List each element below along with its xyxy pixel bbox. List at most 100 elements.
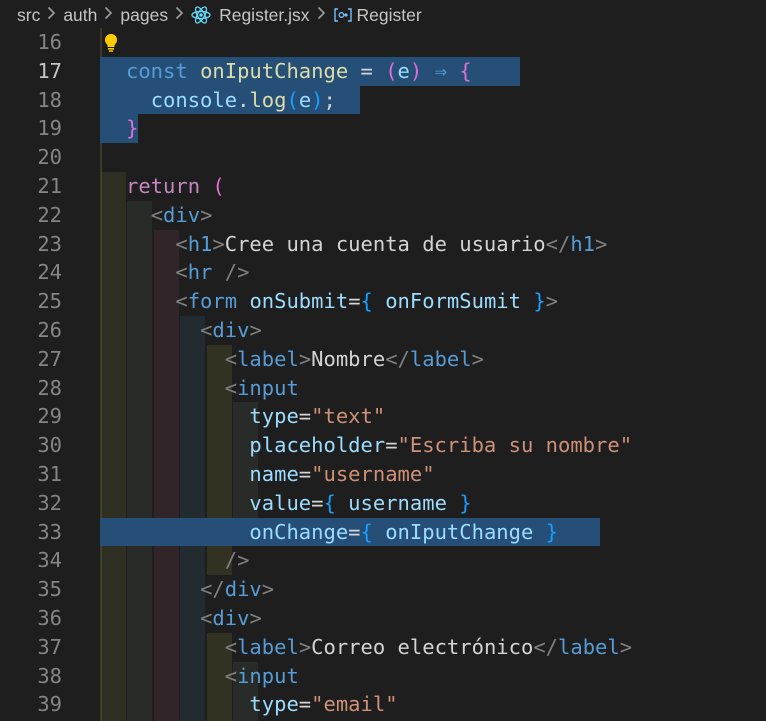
code-token: log (249, 87, 287, 112)
code-line[interactable]: 29 type="text" (0, 402, 766, 431)
line-number: 20 (37, 145, 62, 170)
code-token: < (175, 260, 188, 285)
code-token: onFormSumit (385, 289, 521, 314)
code-text: value={ username } (126, 489, 471, 518)
code-token: } (533, 289, 546, 314)
line-number: 37 (37, 634, 62, 659)
code-line[interactable]: 21 return ( (0, 172, 766, 201)
lightbulb-icon[interactable] (102, 32, 120, 54)
line-number: 35 (37, 577, 62, 602)
code-text: <input (126, 662, 299, 691)
line-number: 39 (37, 692, 62, 717)
line-number: 26 (37, 318, 62, 342)
code-line[interactable]: 23 <h1>Cree una cuenta de usuario</h1> (0, 230, 766, 259)
line-number: 31 (37, 462, 62, 486)
breadcrumb-item-pages[interactable]: pages (120, 5, 168, 26)
code-token: < (224, 346, 238, 371)
code-line[interactable]: 20 (0, 143, 766, 172)
code-token: onChange (249, 519, 349, 544)
code-line[interactable]: 25 <form onSubmit={ onFormSumit }> (0, 287, 766, 316)
breadcrumb-item-file[interactable]: Register.jsx (219, 5, 309, 26)
code-token: "username" (311, 462, 435, 486)
code-token: = (298, 692, 312, 717)
line-number: 27 (37, 346, 62, 371)
code-token: ⇒ (434, 58, 447, 83)
breadcrumb-item-auth[interactable]: auth (63, 5, 97, 26)
code-line[interactable]: 24 <hr /> (0, 258, 766, 287)
code-token: label (237, 634, 299, 659)
code-token: "Escriba su nombre" (397, 433, 633, 458)
code-line[interactable]: 37 <label>Correo electrónico</label> (0, 633, 766, 662)
code-line[interactable]: 30 placeholder="Escriba su nombre" (0, 431, 766, 460)
code-line[interactable]: 22 <div> (0, 201, 766, 230)
code-token: ( (385, 58, 398, 83)
code-token: < (175, 231, 188, 256)
chevron-right-icon (104, 6, 113, 25)
code-token: = (348, 519, 361, 544)
code-line[interactable]: 27 <label>Nombre</label> (0, 345, 766, 374)
code-token: </ (200, 577, 225, 602)
code-token: < (224, 375, 238, 400)
code-text: </div> (126, 575, 274, 604)
code-line[interactable]: 36 <div> (0, 604, 766, 633)
breadcrumb-item-src[interactable]: src (17, 5, 40, 26)
code-token: const (126, 58, 188, 83)
line-number: 30 (37, 433, 62, 458)
code-line[interactable]: 26 <div> (0, 316, 766, 345)
code-editor[interactable]: 16 17 const onIputChange = (e) ⇒ {18 conso… (0, 28, 766, 721)
code-token: </ (533, 634, 559, 659)
code-line[interactable]: 18 console.log(e); (0, 86, 766, 115)
code-token: } (126, 116, 139, 141)
code-line[interactable]: 34 /> (0, 546, 766, 575)
code-line[interactable]: 31 name="username" (0, 460, 766, 489)
code-line[interactable]: 39 type="email" (0, 690, 766, 719)
code-text: <div> (126, 316, 262, 345)
code-token: { (360, 289, 373, 314)
code-token: h1 (570, 231, 596, 256)
code-token: { (459, 58, 472, 83)
code-token: "text" (311, 404, 386, 429)
code-token: > (200, 202, 213, 227)
chevron-right-icon (175, 6, 184, 25)
line-number: 38 (37, 663, 62, 688)
line-number: 32 (37, 490, 62, 515)
code-token: = (385, 433, 398, 458)
code-token: < (175, 289, 188, 314)
code-text: <div> (126, 201, 213, 230)
code-token: < (224, 663, 238, 688)
code-token: = (298, 462, 312, 486)
code-line[interactable]: 35 </div> (0, 575, 766, 604)
code-line[interactable]: 19} (0, 114, 766, 143)
code-text: <div> (126, 604, 262, 633)
code-token: div (212, 606, 250, 630)
code-token: e (397, 58, 410, 83)
code-line[interactable]: 28 <input (0, 374, 766, 403)
code-token: > (249, 318, 262, 342)
code-text: console.log(e); (126, 86, 336, 115)
breadcrumb-item-symbol[interactable]: Register (357, 5, 422, 26)
code-text: placeholder="Escriba su nombre" (126, 431, 632, 460)
code-line[interactable]: 32 value={ username } (0, 489, 766, 518)
code-line[interactable]: 38 <input (0, 662, 766, 691)
breadcrumb: src auth pages Register.jsx Register (0, 0, 766, 30)
code-token: < (200, 318, 213, 342)
code-token: onIputChange (385, 519, 534, 544)
code-line[interactable]: 17 const onIputChange = (e) ⇒ { (0, 57, 766, 86)
code-line[interactable]: 33 onChange={ onIputChange } (0, 518, 766, 547)
code-token: > (249, 606, 262, 630)
code-token: = (311, 490, 324, 515)
